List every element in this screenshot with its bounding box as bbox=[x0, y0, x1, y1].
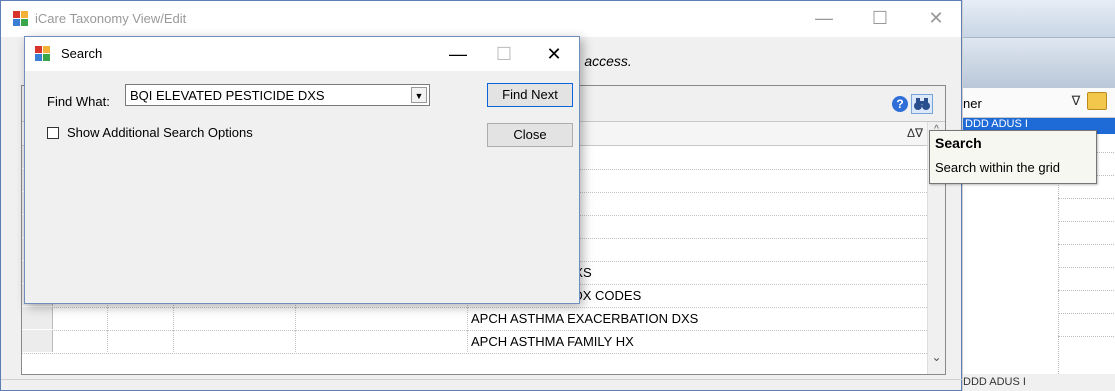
tooltip-text: Search within the grid bbox=[935, 160, 1061, 175]
find-what-input[interactable] bbox=[126, 85, 406, 105]
filter-icon[interactable]: ∇ bbox=[1067, 93, 1085, 111]
show-options-label[interactable]: Show Additional Search Options bbox=[67, 125, 253, 140]
dialog-minimize-button[interactable]: — bbox=[435, 37, 481, 71]
dialog-maximize-button: ☐ bbox=[495, 44, 513, 64]
tooltip-title: Search bbox=[935, 135, 982, 151]
taxonomy-name-cell[interactable]: APCH ASTHMA EXACERBATION DXS bbox=[471, 311, 698, 326]
grid-cell[interactable] bbox=[295, 330, 468, 352]
grid-cell[interactable] bbox=[52, 330, 108, 352]
table-row[interactable]: APCH ASTHMA EXACERBATION DXS bbox=[22, 307, 927, 331]
background-column-label: ner bbox=[963, 96, 982, 111]
search-tooltip: Search Search within the grid bbox=[929, 130, 1097, 184]
app-icon bbox=[35, 46, 50, 61]
minimize-button[interactable]: — bbox=[801, 1, 847, 37]
row-selector[interactable] bbox=[22, 330, 53, 352]
search-dialog: Search — ☐ ✕ Find What: ▼ Find Next Clos… bbox=[24, 36, 580, 304]
background-grid-header: ner ∇ bbox=[963, 88, 1115, 118]
taxonomy-name-cell[interactable]: APCH ASTHMA FAMILY HX bbox=[471, 334, 634, 349]
find-next-button[interactable]: Find Next bbox=[487, 83, 573, 107]
scroll-down-arrow-icon[interactable]: ⌄ bbox=[928, 350, 945, 370]
app-icon bbox=[13, 11, 28, 26]
grid-cell[interactable] bbox=[52, 307, 108, 329]
window-title: iCare Taxonomy View/Edit bbox=[35, 11, 187, 26]
background-bottom-row: DDD ADUS I bbox=[963, 376, 1026, 388]
dialog-close-button[interactable]: ✕ bbox=[531, 37, 577, 71]
folder-icon[interactable] bbox=[1087, 92, 1107, 110]
dialog-titlebar: Search — ☐ ✕ bbox=[25, 37, 579, 71]
close-dialog-button[interactable]: Close bbox=[487, 123, 573, 147]
help-icon[interactable]: ? bbox=[892, 96, 908, 112]
table-row[interactable]: APCH ASTHMA FAMILY HX bbox=[22, 330, 927, 354]
chevron-down-icon[interactable]: ▼ bbox=[411, 87, 427, 103]
search-icon[interactable] bbox=[911, 94, 933, 114]
row-selector[interactable] bbox=[22, 307, 53, 329]
divider bbox=[1, 379, 963, 380]
background-subband bbox=[963, 38, 1115, 88]
maximize-button[interactable]: ☐ bbox=[857, 1, 903, 37]
dialog-title: Search bbox=[61, 46, 103, 61]
grid-cell[interactable] bbox=[173, 307, 296, 329]
grid-cell[interactable] bbox=[173, 330, 296, 352]
main-titlebar: iCare Taxonomy View/Edit — ☐ ✕ bbox=[1, 1, 961, 37]
close-button[interactable]: ✕ bbox=[913, 1, 959, 37]
find-what-label: Find What: bbox=[47, 94, 110, 109]
background-app: ner ∇ DDD ADUS I DDD ADUS I bbox=[962, 0, 1115, 391]
grid-cell[interactable] bbox=[295, 307, 468, 329]
find-what-combobox[interactable]: ▼ bbox=[125, 84, 430, 106]
grid-cell[interactable] bbox=[107, 307, 174, 329]
grid-cell[interactable] bbox=[107, 330, 174, 352]
background-toolbar bbox=[963, 0, 1115, 38]
sort-filter-icon[interactable]: Δ∇ bbox=[907, 126, 923, 140]
show-options-checkbox[interactable] bbox=[47, 127, 59, 139]
